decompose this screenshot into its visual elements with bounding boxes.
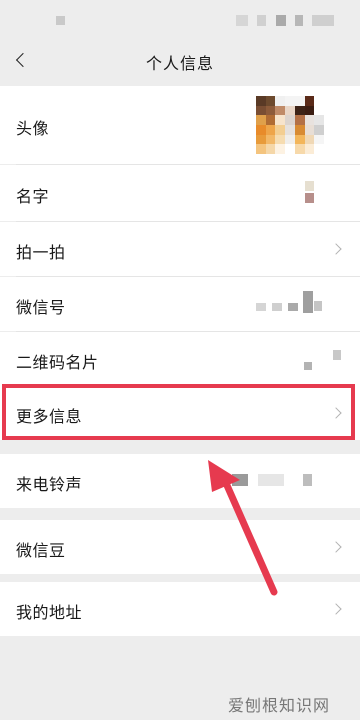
- row-label: 名字: [16, 187, 50, 206]
- page-title: 个人信息: [145, 54, 214, 73]
- row-wechat-id[interactable]: 微信号: [0, 277, 360, 331]
- row-qr-card[interactable]: 二维码名片: [0, 332, 360, 386]
- highlight-box: [2, 384, 355, 440]
- status-blur: [257, 15, 266, 26]
- row-my-address[interactable]: 我的地址: [0, 582, 360, 636]
- status-blur: [312, 15, 334, 26]
- row-label: 二维码名片: [16, 353, 99, 372]
- row-name[interactable]: 名字: [0, 165, 360, 221]
- nav-bar: 个人信息: [0, 40, 360, 80]
- status-blur: [56, 16, 65, 25]
- watermark: 爱刨根知识网: [228, 696, 331, 715]
- status-bar: [0, 0, 360, 40]
- row-label: 来电铃声: [16, 475, 83, 494]
- wechat-id-blur: [314, 301, 322, 311]
- row-label: 我的地址: [16, 603, 83, 622]
- row-label: 头像: [16, 119, 50, 138]
- ringtone-value-blur: [258, 474, 284, 486]
- ringtone-value-blur: [303, 474, 312, 486]
- wechat-id-blur: [303, 291, 313, 313]
- row-wechat-beans[interactable]: 微信豆: [0, 520, 360, 574]
- status-blur: [276, 15, 286, 26]
- avatar: [256, 96, 324, 154]
- name-value-blur: [305, 193, 314, 203]
- status-blur: [295, 15, 303, 26]
- row-label: 微信号: [16, 298, 66, 317]
- name-value-blur: [305, 181, 314, 191]
- chevron-right-icon: [330, 541, 342, 553]
- row-label: 拍一拍: [16, 243, 66, 262]
- row-label: 微信豆: [16, 541, 66, 560]
- wechat-id-blur: [256, 303, 266, 311]
- ringtone-value-blur: [232, 474, 248, 486]
- qr-icon-blur: [333, 350, 341, 360]
- chevron-right-icon: [330, 243, 342, 255]
- row-ringtone[interactable]: 来电铃声: [0, 454, 360, 508]
- wechat-id-blur: [288, 303, 298, 311]
- chevron-right-icon: [330, 603, 342, 615]
- row-pat[interactable]: 拍一拍: [0, 222, 360, 276]
- status-blur: [236, 15, 248, 26]
- qr-icon-blur: [304, 362, 312, 370]
- wechat-id-blur: [272, 303, 282, 311]
